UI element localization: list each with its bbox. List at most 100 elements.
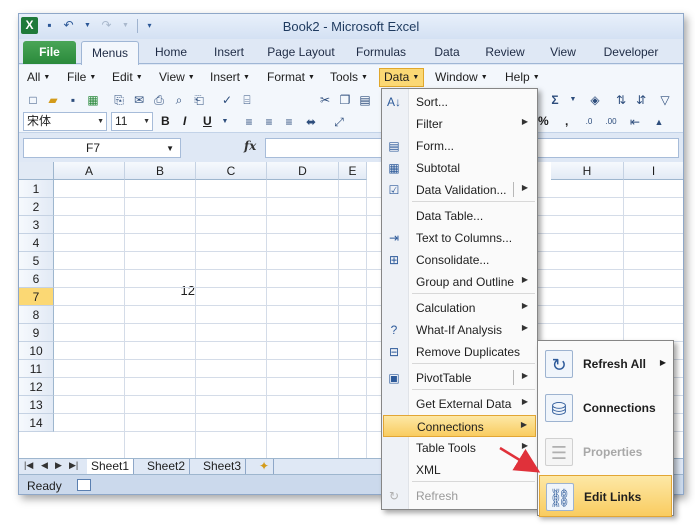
filter-icon[interactable]: ▽ (657, 92, 673, 108)
align-right-icon[interactable]: ≡ (281, 114, 297, 130)
row-header-4[interactable]: 4 (19, 234, 54, 252)
column-header-h[interactable]: H (551, 162, 624, 180)
row-header-7[interactable]: 7 (19, 288, 54, 306)
excel-icon[interactable]: ▦ (85, 92, 101, 108)
tab-review[interactable]: Review (479, 41, 531, 64)
autosum-dropdown-icon[interactable]: ▼ (565, 92, 581, 108)
row-header-11[interactable]: 11 (19, 360, 54, 378)
tab-formulas[interactable]: Formulas (349, 41, 413, 64)
column-header-i[interactable]: I (624, 162, 683, 180)
insert-sheet-icon[interactable]: ✦ (255, 459, 275, 474)
data-menu-item-get-external-data[interactable]: Get External Data ▶ (383, 393, 536, 415)
orientation-icon[interactable]: ⤢ (331, 114, 347, 130)
cut-icon[interactable]: ✂ (317, 92, 333, 108)
sheet-tab[interactable]: Sheet1 (87, 459, 135, 474)
new-icon[interactable]: □ (25, 92, 41, 108)
column-header-d[interactable]: D (267, 162, 339, 180)
data-menu-item-refresh[interactable]: ↻ Refresh (383, 485, 536, 507)
submenu-item-refresh-all[interactable]: ↻ Refresh All ▶ (539, 343, 672, 385)
comma-button[interactable]: , (565, 114, 568, 128)
cell-b5[interactable]: 12 (127, 283, 195, 298)
data-menu-item-xml[interactable]: XML (383, 459, 536, 481)
email-icon[interactable]: ✉ (131, 92, 147, 108)
menu-data[interactable]: Data ▼ (379, 68, 425, 87)
menu-format[interactable]: Format ▼ (263, 68, 319, 87)
row-header-1[interactable]: 1 (19, 180, 54, 198)
tab-developer[interactable]: Developer (595, 41, 667, 64)
data-menu-item-pivottable[interactable]: ▣ PivotTable ▶ (383, 367, 536, 389)
menu-all[interactable]: All ▼ (23, 68, 54, 87)
column-header-a[interactable]: A (54, 162, 125, 180)
submenu-item-connections[interactable]: ⛁ Connections (539, 387, 672, 429)
name-box[interactable]: F7 ▼ (23, 138, 181, 158)
decrease-indent-icon[interactable]: ⇤ (627, 114, 643, 130)
last-sheet-icon[interactable]: ▶| (69, 460, 78, 471)
merge-center-icon[interactable]: ⬌ (303, 114, 319, 130)
menu-help[interactable]: Help ▼ (501, 68, 544, 87)
sort-descending-icon[interactable]: ⇵ (633, 92, 649, 108)
data-menu-item-data-validation[interactable]: ☑ Data Validation... ▶ (383, 179, 536, 201)
clear-icon[interactable]: ◈ (587, 92, 603, 108)
data-menu-item-table-tools[interactable]: Table Tools ▶ (383, 437, 536, 459)
increase-decimal-icon[interactable]: .0 (581, 114, 597, 130)
menu-view[interactable]: View ▼ (155, 68, 199, 87)
row-header-13[interactable]: 13 (19, 396, 54, 414)
menu-window[interactable]: Window ▼ (431, 68, 492, 87)
sheet-tab[interactable]: Sheet2 (143, 459, 191, 474)
menu-edit[interactable]: Edit ▼ (108, 68, 147, 87)
percent-button[interactable]: % (538, 114, 549, 128)
submenu-item-edit-links[interactable]: ⛓ Edit Links (539, 475, 672, 517)
decrease-decimal-icon[interactable]: .00 (603, 114, 619, 130)
print-preview-icon[interactable]: ⌕ (171, 92, 187, 108)
save-icon[interactable]: ▪ (65, 92, 81, 108)
insert-function-icon[interactable]: fx (244, 139, 256, 153)
row-header-3[interactable]: 3 (19, 216, 54, 234)
data-menu-item-form[interactable]: ▤ Form... (383, 135, 536, 157)
underline-dropdown-icon[interactable]: ▼ (217, 114, 233, 130)
row-header-14[interactable]: 14 (19, 414, 54, 432)
italic-button[interactable]: I (183, 114, 186, 128)
menu-file[interactable]: File ▼ (63, 68, 100, 87)
data-menu-item-what-if-analysis[interactable]: ? What-If Analysis ▶ (383, 319, 536, 341)
data-menu-item-consolidate[interactable]: ⊞ Consolidate... (383, 249, 536, 271)
font-size-select[interactable]: 11 ▼ (111, 112, 153, 131)
tab-data[interactable]: Data (423, 41, 471, 64)
open-icon[interactable]: ▰ (45, 92, 61, 108)
data-menu-item-text-to-columns[interactable]: ⇥ Text to Columns... (383, 227, 536, 249)
row-header-8[interactable]: 8 (19, 306, 54, 324)
align-center-icon[interactable]: ≡ (261, 114, 277, 130)
font-name-select[interactable]: 宋体 ▼ (23, 112, 107, 131)
row-header-5[interactable]: 5 (19, 252, 54, 270)
row-header-2[interactable]: 2 (19, 198, 54, 216)
tab-insert[interactable]: Insert (205, 41, 253, 64)
first-sheet-icon[interactable]: |◀ (24, 460, 33, 471)
tab-home[interactable]: Home (147, 41, 195, 64)
prev-sheet-icon[interactable]: ◀ (41, 460, 48, 471)
data-menu-item-data-table[interactable]: Data Table... (383, 205, 536, 227)
autosum-icon[interactable]: Σ (547, 92, 563, 108)
spelling-icon[interactable]: ✓ (219, 92, 235, 108)
underline-button[interactable]: U (203, 114, 212, 128)
sort-ascending-icon[interactable]: ⇅ (613, 92, 629, 108)
paste-icon[interactable]: ▤ (357, 92, 373, 108)
bold-button[interactable]: B (161, 114, 170, 128)
data-menu-item-sort[interactable]: A↓ Sort... (383, 91, 536, 113)
print-icon[interactable]: ⎙ (151, 92, 167, 108)
menu-tools[interactable]: Tools ▼ (326, 68, 372, 87)
column-header-b[interactable]: B (125, 162, 196, 180)
tab-file[interactable]: File (23, 41, 76, 64)
next-sheet-icon[interactable]: ▶ (55, 460, 62, 471)
column-header-c[interactable]: C (196, 162, 267, 180)
sheet-tab[interactable]: Sheet3 (199, 459, 247, 474)
research-book-icon[interactable]: ⌸ (239, 92, 255, 108)
tab-menus[interactable]: Menus (81, 41, 139, 65)
row-header-6[interactable]: 6 (19, 270, 54, 288)
data-menu-item-calculation[interactable]: Calculation ▶ (383, 297, 536, 319)
align-left-icon[interactable]: ≡ (241, 114, 257, 130)
select-all-corner[interactable] (19, 162, 54, 180)
row-header-10[interactable]: 10 (19, 342, 54, 360)
data-menu-item-connections[interactable]: Connections ▶ (383, 415, 536, 437)
research-icon[interactable]: ⎗ (191, 92, 207, 108)
tab-page-layout[interactable]: Page Layout (263, 41, 339, 64)
submenu-item-properties[interactable]: ☰ Properties (539, 431, 672, 473)
